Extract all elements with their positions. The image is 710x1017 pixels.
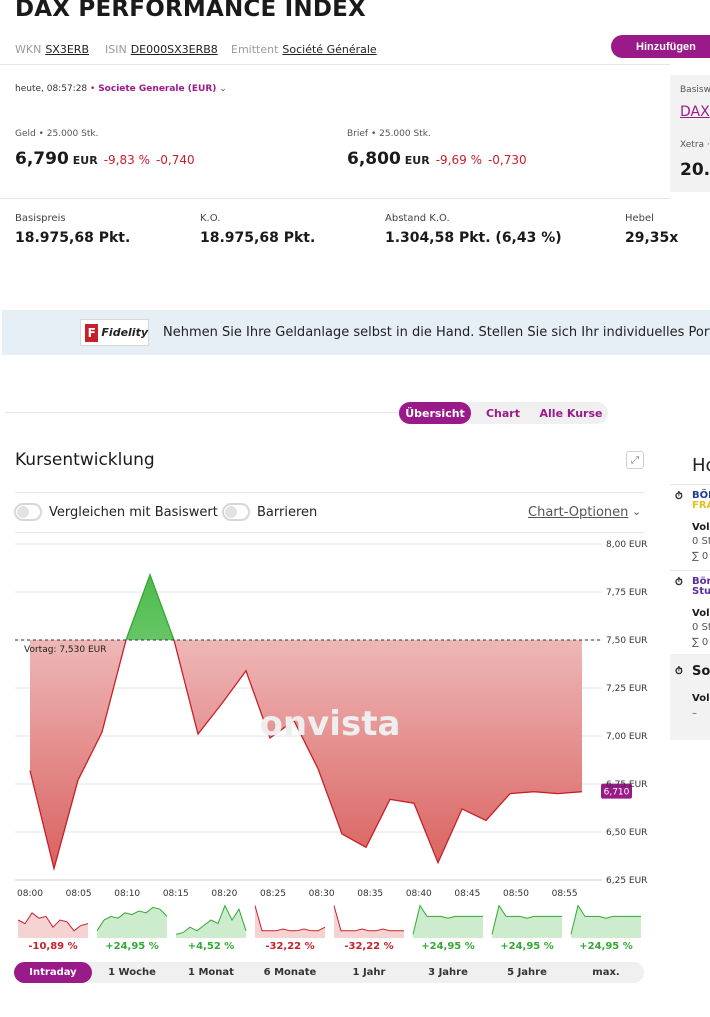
exchange-frankfurt-2[interactable]: FRA <box>692 500 710 511</box>
reference-label: Vortag: 7,530 EUR <box>24 645 106 655</box>
sparkline <box>333 905 404 932</box>
volume-value: 0 St <box>692 536 710 547</box>
y-tick-label: 7,00 EUR <box>606 732 647 742</box>
right-panel-heading: Ho <box>692 455 710 476</box>
clock-icon: ⏱ <box>675 577 683 588</box>
period-button[interactable]: 1 Jahr <box>330 962 408 983</box>
price-chart[interactable]: Vortag: 7,530 EUR6,710 onvista 8,00 EUR7… <box>0 0 710 1017</box>
y-tick-label: 6,25 EUR <box>606 876 647 886</box>
period-change: +24,95 % <box>105 941 159 952</box>
x-tick-label: 08:10 <box>114 889 140 899</box>
sparkline <box>254 905 326 932</box>
divider <box>670 484 710 485</box>
x-tick-label: 08:55 <box>552 889 578 899</box>
sparkline-area <box>255 905 325 938</box>
x-tick-label: 08:35 <box>357 889 383 899</box>
period-change: -32,22 % <box>344 941 393 952</box>
volume-label: Volu <box>692 522 710 533</box>
x-tick-label: 08:20 <box>211 889 237 899</box>
y-tick-label: 6,75 EUR <box>606 780 647 790</box>
volume-sum: ∑ 0 <box>692 551 709 562</box>
x-tick-label: 08:25 <box>260 889 286 899</box>
sparkline-area <box>176 905 246 938</box>
period-change: +24,95 % <box>579 941 633 952</box>
period-button[interactable]: Intraday <box>14 962 92 983</box>
clock-icon: ⏱ <box>675 491 683 502</box>
volume-value: – <box>692 708 697 719</box>
period-button[interactable]: 3 Jahre <box>409 962 487 983</box>
period-change: +24,95 % <box>421 941 475 952</box>
period-button[interactable]: 1 Monat <box>172 962 250 983</box>
period-button[interactable]: 5 Jahre <box>488 962 566 983</box>
volume-label: Volu <box>692 693 710 704</box>
volume-sum: ∑ 0 <box>692 637 709 648</box>
period-change: -32,22 % <box>265 941 314 952</box>
clock-icon: ⏱ <box>675 666 683 677</box>
x-tick-label: 08:15 <box>163 889 189 899</box>
x-tick-label: 08:00 <box>17 889 43 899</box>
x-tick-label: 08:40 <box>406 889 432 899</box>
period-button[interactable]: 1 Woche <box>93 962 171 983</box>
x-tick-label: 08:50 <box>503 889 529 899</box>
exchange-other[interactable]: So <box>692 664 710 679</box>
volume-label: Volu <box>692 608 710 619</box>
y-tick-label: 6,50 EUR <box>606 828 647 838</box>
divider <box>670 570 710 571</box>
y-tick-label: 8,00 EUR <box>606 540 647 550</box>
period-button[interactable]: max. <box>567 962 645 983</box>
watermark: onvista <box>260 704 401 744</box>
y-tick-label: 7,50 EUR <box>606 636 647 646</box>
period-change: -10,89 % <box>28 941 77 952</box>
x-tick-label: 08:45 <box>454 889 480 899</box>
period-change: +24,95 % <box>500 941 554 952</box>
x-tick-label: 08:05 <box>66 889 92 899</box>
y-tick-label: 7,75 EUR <box>606 588 647 598</box>
period-change: +4,52 % <box>188 941 235 952</box>
period-button[interactable]: 6 Monate <box>251 962 329 983</box>
exchange-stuttgart-2[interactable]: Stut <box>692 586 710 597</box>
volume-value: 0 St <box>692 622 710 633</box>
x-tick-label: 08:30 <box>309 889 335 899</box>
sparkline-area <box>334 905 404 938</box>
y-tick-label: 7,25 EUR <box>606 684 647 694</box>
sparkline-area <box>97 907 167 938</box>
sparkline-area <box>18 912 88 938</box>
